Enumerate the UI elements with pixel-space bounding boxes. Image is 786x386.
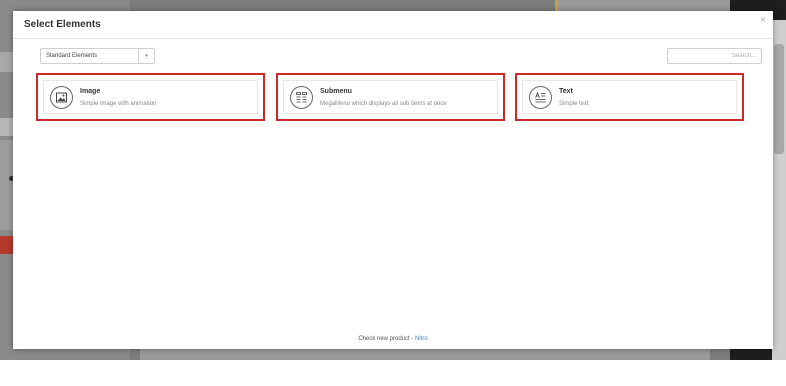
modal-toolbar: Standard Elements ▾ [13, 39, 773, 65]
element-card-body: Image Simple image with animation [43, 80, 258, 114]
background-footer-bar [140, 348, 710, 360]
element-card-body: Submenu MegaMenu which displays all sub … [283, 80, 498, 114]
element-card-body: Text Simple text [522, 80, 737, 114]
page-scrollbar-thumb[interactable] [774, 44, 784, 154]
submenu-icon [290, 86, 313, 109]
element-category-select[interactable]: Standard Elements ▾ [40, 48, 155, 64]
modal-footer: Check new product - Nitro [13, 336, 773, 342]
modal-title: Select Elements [24, 19, 101, 30]
element-card-image[interactable]: Image Simple image with animation [36, 73, 265, 121]
footer-text: Check new product - [358, 336, 416, 342]
background-red-button [0, 236, 14, 254]
select-elements-modal: Select Elements × Standard Elements ▾ Im… [13, 11, 773, 349]
modal-header: Select Elements × [13, 11, 773, 39]
image-icon [50, 86, 73, 109]
element-description: MegaMenu which displays all sub items at… [320, 101, 447, 107]
nitro-link[interactable]: Nitro [415, 336, 428, 342]
element-card-submenu[interactable]: Submenu MegaMenu which displays all sub … [276, 73, 505, 121]
element-category-value: Standard Elements [46, 53, 98, 59]
search-input[interactable] [667, 48, 762, 64]
page-scrollbar[interactable] [772, 20, 786, 360]
background-panel [0, 140, 14, 230]
element-title: Text [559, 88, 573, 95]
text-icon [529, 86, 552, 109]
element-description: Simple image with animation [80, 101, 157, 107]
chevron-down-icon[interactable]: ▾ [138, 49, 154, 63]
element-title: Image [80, 88, 101, 95]
element-title: Submenu [320, 88, 352, 95]
close-button[interactable]: × [760, 16, 766, 26]
element-card-text[interactable]: Text Simple text [515, 73, 744, 121]
element-description: Simple text [559, 101, 589, 107]
